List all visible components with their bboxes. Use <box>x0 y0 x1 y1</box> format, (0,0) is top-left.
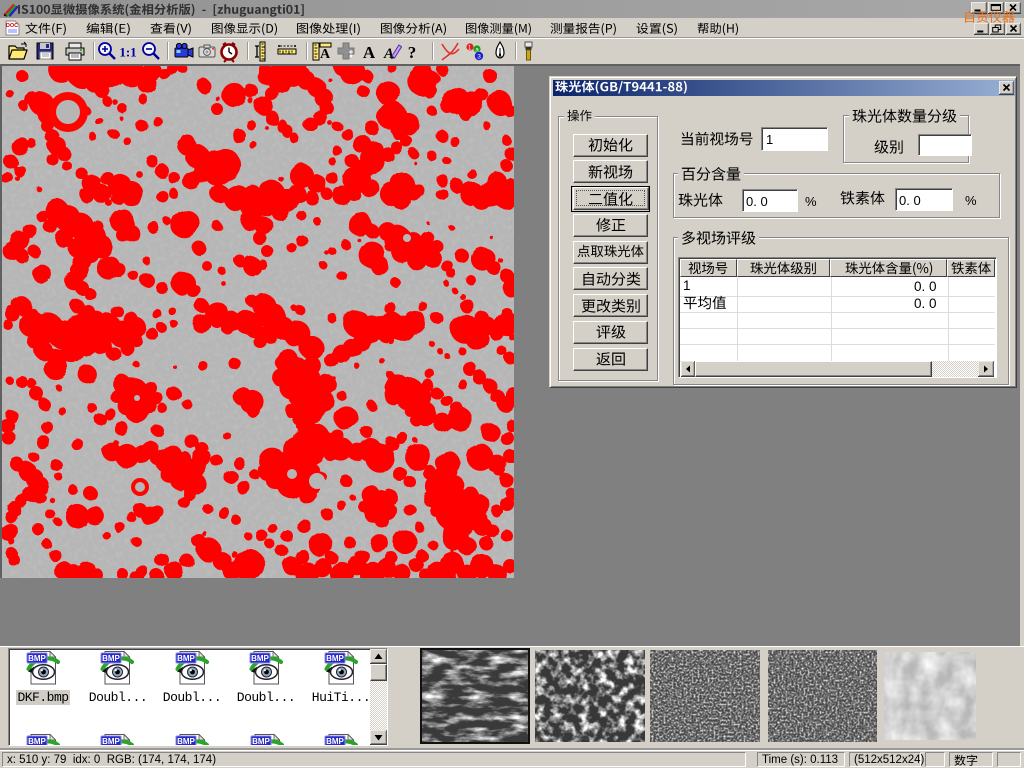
svg-text:BMP: BMP <box>252 737 270 745</box>
svg-text:BMP: BMP <box>102 654 120 663</box>
svg-text:BMP: BMP <box>177 654 195 663</box>
svg-text:BMP: BMP <box>102 737 120 745</box>
svg-text:BMP: BMP <box>326 737 344 745</box>
svg-text:A: A <box>363 43 376 62</box>
svg-text:BMP: BMP <box>251 654 269 663</box>
svg-text:?: ? <box>408 43 417 62</box>
svg-text:A: A <box>383 46 394 62</box>
svg-text:3: 3 <box>477 54 481 61</box>
svg-text:BMP: BMP <box>326 654 344 663</box>
svg-text:1:1: 1:1 <box>119 45 136 60</box>
svg-text:DOC: DOC <box>6 23 18 29</box>
svg-text:BMP: BMP <box>28 737 46 745</box>
svg-text:BMP: BMP <box>177 737 195 745</box>
svg-text:BMP: BMP <box>28 654 46 663</box>
svg-text:A: A <box>320 47 331 62</box>
